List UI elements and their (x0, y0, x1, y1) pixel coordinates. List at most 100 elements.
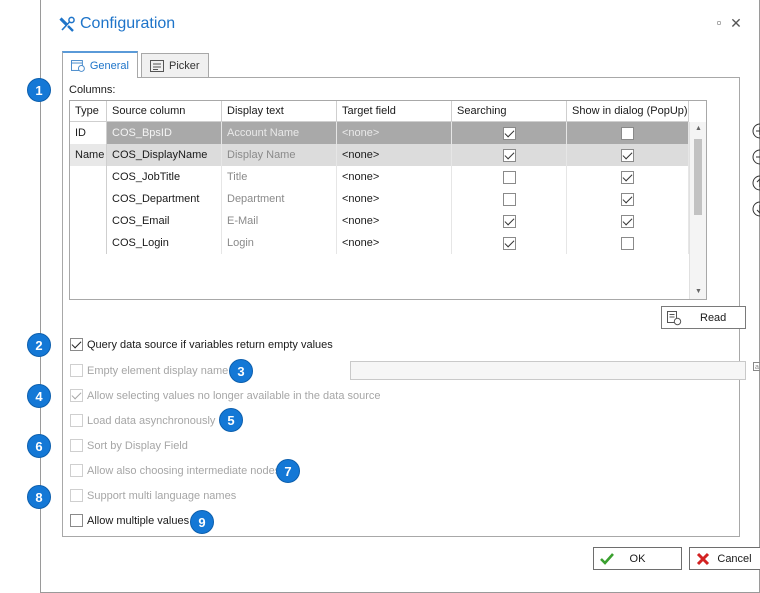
cell-target-field[interactable]: <none> (337, 122, 452, 144)
show-in-dialog-checkbox[interactable] (621, 214, 634, 228)
cell-display-text[interactable]: Title (222, 166, 337, 188)
show-in-dialog-checkbox[interactable] (621, 192, 634, 206)
cell-display-text[interactable]: Display Name (222, 144, 337, 166)
callout-badge-9: 9 (190, 510, 214, 534)
table-row[interactable]: COS_Department Department <none> (70, 188, 689, 210)
cell-type[interactable] (70, 232, 107, 254)
show-in-dialog-checkbox[interactable] (621, 236, 634, 250)
sort-display-checkbox[interactable] (70, 439, 83, 452)
searching-checkbox[interactable] (502, 192, 516, 206)
cell-show-in-dialog (567, 232, 689, 254)
read-button-label: Read (700, 311, 727, 324)
column-header-target[interactable]: Target field (337, 101, 452, 122)
option-multi-language[interactable]: Support multi language names (70, 489, 236, 502)
searching-checkbox[interactable] (502, 170, 516, 184)
query-data-source-checkbox[interactable] (70, 338, 83, 351)
cell-display-text[interactable]: E-Mail (222, 210, 337, 232)
table-row[interactable]: COS_Email E-Mail <none> (70, 210, 689, 232)
option-allow-unavailable[interactable]: Allow selecting values no longer availab… (70, 389, 381, 402)
multi-language-checkbox[interactable] (70, 489, 83, 502)
show-in-dialog-checkbox[interactable] (621, 170, 634, 184)
tab-general[interactable]: General (62, 51, 138, 78)
option-intermediate-nodes[interactable]: Allow also choosing intermediate nodes (70, 464, 280, 477)
remove-icon[interactable] (752, 149, 760, 165)
option-multiple-values[interactable]: Allow multiple values (70, 514, 189, 527)
move-up-icon[interactable] (752, 175, 760, 191)
add-icon[interactable] (752, 123, 760, 139)
ok-button[interactable]: OK (593, 547, 682, 570)
read-button[interactable]: Read (661, 306, 746, 329)
title-bar: Configuration ▫ ✕ (41, 0, 759, 48)
empty-element-checkbox[interactable] (70, 364, 83, 377)
cell-display-text[interactable]: Department (222, 188, 337, 210)
cell-type[interactable] (70, 166, 107, 188)
show-in-dialog-checkbox[interactable] (621, 148, 634, 162)
scroll-thumb[interactable] (694, 139, 702, 215)
cell-source-column[interactable]: COS_Department (107, 188, 222, 210)
cell-type[interactable] (70, 188, 107, 210)
intermediate-nodes-checkbox[interactable] (70, 464, 83, 477)
tab-picker-label: Picker (169, 60, 200, 72)
intermediate-nodes-label: Allow also choosing intermediate nodes (87, 464, 281, 477)
restore-icon[interactable]: ▫ (712, 16, 726, 30)
close-icon[interactable]: ✕ (729, 16, 743, 30)
cell-type[interactable]: ID (70, 122, 107, 144)
cell-show-in-dialog (567, 210, 689, 232)
query-data-source-label: Query data source if variables return em… (87, 338, 333, 351)
option-sort-display[interactable]: Sort by Display Field (70, 439, 188, 452)
tab-picker[interactable]: Picker (141, 53, 209, 78)
dialog-title: Configuration (80, 15, 176, 32)
cell-type[interactable]: Name (70, 144, 107, 166)
column-header-searching[interactable]: Searching (452, 101, 567, 122)
option-empty-element-name[interactable]: Empty element display name (70, 364, 228, 377)
cancel-button[interactable]: Cancel (689, 547, 760, 570)
option-query-data-source[interactable]: Query data source if variables return em… (70, 338, 333, 351)
grid-rows: ID COS_BpsID Account Name <none> Name COS_Dis… (70, 122, 689, 254)
show-in-dialog-checkbox[interactable] (621, 126, 634, 140)
empty-element-display-name-field[interactable] (350, 361, 746, 380)
option-load-async[interactable]: Load data asynchronously (70, 414, 215, 427)
cell-type[interactable] (70, 210, 107, 232)
cell-source-column[interactable]: COS_JobTitle (107, 166, 222, 188)
column-header-source[interactable]: Source column (107, 101, 222, 122)
load-async-checkbox[interactable] (70, 414, 83, 427)
move-down-icon[interactable] (752, 201, 760, 217)
cell-searching (452, 188, 567, 210)
cell-target-field[interactable]: <none> (337, 166, 452, 188)
multi-language-label: Support multi language names (87, 489, 237, 502)
multiple-values-checkbox[interactable] (70, 514, 83, 527)
searching-checkbox[interactable] (502, 214, 516, 228)
column-header-show[interactable]: Show in dialog (PopUp) (567, 101, 689, 122)
scroll-down-icon[interactable]: ▼ (690, 285, 707, 299)
svg-text:a: a (755, 364, 759, 371)
cell-source-column[interactable]: COS_Email (107, 210, 222, 232)
translate-icon[interactable]: a A (753, 362, 760, 378)
column-header-type[interactable]: Type (70, 101, 107, 122)
table-row[interactable]: Name COS_DisplayName Display Name <none> (70, 144, 689, 166)
cell-target-field[interactable]: <none> (337, 210, 452, 232)
cell-target-field[interactable]: <none> (337, 144, 452, 166)
cell-display-text[interactable]: Login (222, 232, 337, 254)
cell-target-field[interactable]: <none> (337, 188, 452, 210)
table-row[interactable]: ID COS_BpsID Account Name <none> (70, 122, 689, 144)
cell-source-column[interactable]: COS_BpsID (107, 122, 222, 144)
cell-searching (452, 122, 567, 144)
searching-checkbox[interactable] (502, 236, 516, 250)
columns-grid: Type Source column Display text Target f… (69, 100, 707, 300)
cell-target-field[interactable]: <none> (337, 232, 452, 254)
sort-display-label: Sort by Display Field (87, 439, 188, 452)
callout-badge-5: 5 (219, 408, 243, 432)
callout-badge-8: 8 (27, 485, 51, 509)
searching-checkbox[interactable] (502, 126, 516, 140)
cell-display-text[interactable]: Account Name (222, 122, 337, 144)
cell-source-column[interactable]: COS_Login (107, 232, 222, 254)
cell-searching (452, 232, 567, 254)
scroll-up-icon[interactable]: ▲ (690, 122, 707, 136)
table-row[interactable]: COS_Login Login <none> (70, 232, 689, 254)
cell-source-column[interactable]: COS_DisplayName (107, 144, 222, 166)
table-row[interactable]: COS_JobTitle Title <none> (70, 166, 689, 188)
column-header-display[interactable]: Display text (222, 101, 337, 122)
searching-checkbox[interactable] (502, 148, 516, 162)
grid-scrollbar[interactable]: ▲ ▼ (689, 122, 706, 299)
allow-unavailable-checkbox[interactable] (70, 389, 83, 402)
